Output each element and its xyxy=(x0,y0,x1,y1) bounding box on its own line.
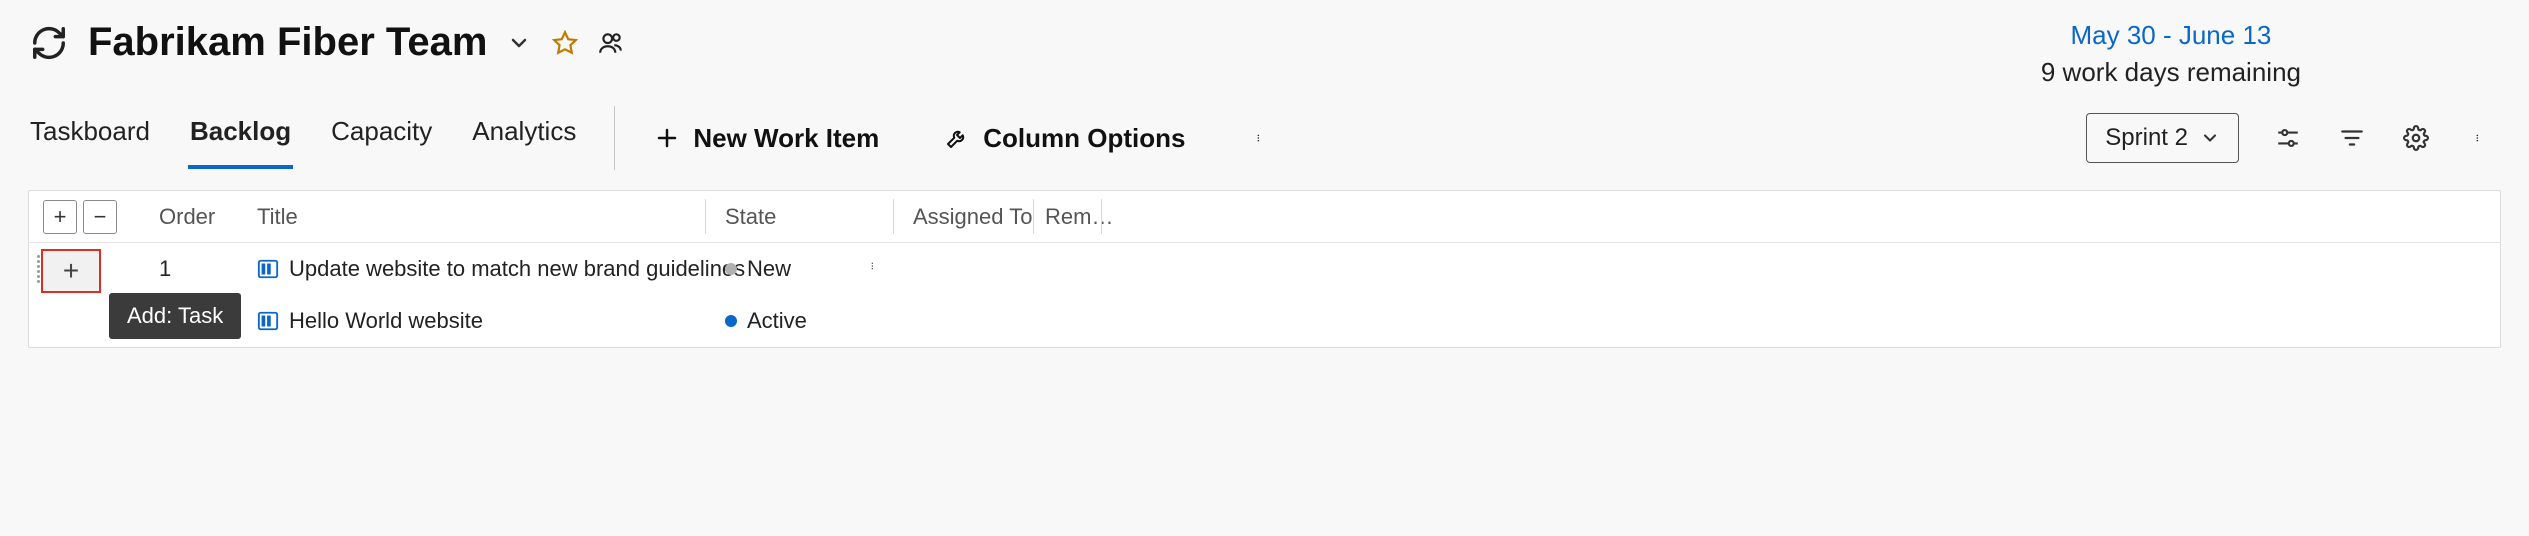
chevron-down-icon xyxy=(2200,128,2220,148)
column-divider xyxy=(893,199,894,234)
cell-title[interactable]: Hello World website xyxy=(257,308,483,334)
new-work-item-label: New Work Item xyxy=(693,123,879,154)
expand-all-button[interactable]: + xyxy=(43,200,77,234)
cell-order: 1 xyxy=(159,256,171,282)
column-header-order[interactable]: Order xyxy=(159,204,215,230)
column-options-button[interactable]: Column Options xyxy=(941,117,1189,160)
column-header-remaining[interactable]: Rem… xyxy=(1045,204,1113,230)
new-work-item-button[interactable]: New Work Item xyxy=(651,117,883,160)
column-divider xyxy=(1101,199,1102,234)
product-backlog-item-icon xyxy=(257,310,279,332)
wrench-icon xyxy=(945,126,969,150)
add-child-button[interactable]: + xyxy=(41,249,101,293)
add-task-tooltip: Add: Task xyxy=(109,293,241,339)
row-actions-button[interactable] xyxy=(871,255,879,283)
toolbar-divider xyxy=(614,106,615,170)
page-title: Fabrikam Fiber Team xyxy=(88,20,487,65)
work-days-remaining: 9 work days remaining xyxy=(2041,57,2301,88)
view-tabs: Taskboard Backlog Capacity Analytics xyxy=(28,108,578,169)
filter-button[interactable] xyxy=(2337,123,2367,153)
team-picker-chevron-icon[interactable] xyxy=(505,29,533,57)
work-item-title: Update website to match new brand guidel… xyxy=(289,256,745,282)
backlog-grid: + − Order Title State Assigned To Rem… +… xyxy=(28,190,2501,348)
state-indicator-icon xyxy=(725,263,737,275)
tab-backlog[interactable]: Backlog xyxy=(188,108,293,169)
plus-icon: + xyxy=(63,255,79,287)
team-members-icon[interactable] xyxy=(597,29,625,57)
sprint-picker[interactable]: Sprint 2 xyxy=(2086,113,2239,163)
more-actions-button[interactable] xyxy=(1247,124,1275,152)
table-row[interactable]: + Add: Task 1 Update website to match ne… xyxy=(29,243,2500,295)
column-header-assigned[interactable]: Assigned To xyxy=(913,204,1032,230)
table-row[interactable]: Hello World website Active xyxy=(29,295,2500,347)
view-options-button[interactable] xyxy=(2273,123,2303,153)
work-item-title: Hello World website xyxy=(289,308,483,334)
cell-title[interactable]: Update website to match new brand guidel… xyxy=(257,256,745,282)
tab-capacity[interactable]: Capacity xyxy=(329,108,434,169)
column-divider xyxy=(1033,199,1034,234)
cell-state: Active xyxy=(725,308,807,334)
settings-button[interactable] xyxy=(2401,123,2431,153)
tab-taskboard[interactable]: Taskboard xyxy=(28,108,152,169)
plus-icon xyxy=(655,126,679,150)
column-header-title[interactable]: Title xyxy=(257,204,298,230)
state-indicator-icon xyxy=(725,315,737,327)
sprint-picker-label: Sprint 2 xyxy=(2105,124,2188,152)
state-label: New xyxy=(747,256,791,282)
product-backlog-item-icon xyxy=(257,258,279,280)
column-options-label: Column Options xyxy=(983,123,1185,154)
state-label: Active xyxy=(747,308,807,334)
overflow-menu-button[interactable] xyxy=(2465,123,2495,153)
favorite-star-icon[interactable] xyxy=(551,29,579,57)
tab-analytics[interactable]: Analytics xyxy=(470,108,578,169)
column-divider xyxy=(705,199,706,234)
iteration-date-range[interactable]: May 30 - June 13 xyxy=(2041,20,2301,51)
grid-header: + − Order Title State Assigned To Rem… xyxy=(29,191,2500,243)
cycle-icon xyxy=(28,22,70,64)
collapse-all-button[interactable]: − xyxy=(83,200,117,234)
cell-state: New xyxy=(725,256,791,282)
column-header-state[interactable]: State xyxy=(725,204,776,230)
